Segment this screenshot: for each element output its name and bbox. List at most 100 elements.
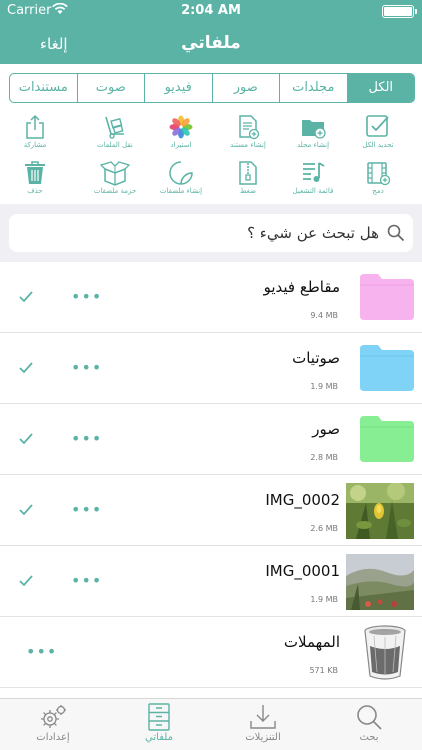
photos-icon — [169, 115, 193, 139]
select-all-icon — [366, 115, 389, 137]
file-size: 1.9 MB — [310, 382, 338, 391]
merge-label: دمج — [372, 187, 384, 195]
file-name: المهملات — [283, 633, 340, 651]
file-list: مقاطع فيديو 9.4 MB ••• صوتيات 1.9 MB •••… — [0, 262, 422, 698]
segment-folders[interactable]: مجلدات — [279, 74, 347, 102]
gear-icon — [41, 705, 66, 728]
video-merge-icon — [367, 162, 391, 186]
select-all-button[interactable]: تحديد الكل — [343, 114, 413, 160]
segment-photos[interactable]: صور — [211, 74, 280, 102]
tab-my-files[interactable]: ملفاتي — [114, 703, 204, 743]
trash-icon — [25, 161, 45, 184]
trash-bin-icon — [360, 624, 410, 682]
tab-downloads[interactable]: التنزيلات — [218, 703, 308, 743]
more-options-button[interactable]: ••• — [71, 429, 102, 448]
magnifier-icon — [357, 705, 382, 730]
sticker-pack-label: حزمة ملصقات — [93, 187, 137, 195]
segment-documents[interactable]: مستندات — [10, 74, 77, 102]
compress-label: ضغط — [240, 187, 256, 195]
list-item[interactable]: صوتيات 1.9 MB ••• — [0, 333, 422, 404]
checkmark-icon[interactable] — [19, 359, 33, 378]
image-thumbnail — [346, 554, 414, 610]
image-thumbnail — [346, 482, 414, 539]
nav-bar: ملفاتي إلغاء — [0, 22, 422, 64]
battery-icon — [382, 5, 417, 18]
document-plus-icon — [239, 115, 260, 140]
list-item[interactable]: صور 2.8 MB ••• — [0, 404, 422, 475]
tab-my-files-label: ملفاتي — [145, 732, 173, 743]
zip-file-icon — [239, 161, 257, 185]
create-sticker-button[interactable]: إنشاء ملصقات — [146, 160, 216, 206]
playlist-button[interactable]: قائمة التشغيل — [278, 160, 348, 206]
more-options-button[interactable]: ••• — [26, 642, 57, 661]
create-folder-button[interactable]: إنشاء مجلد — [278, 114, 348, 160]
import-label: استيراد — [170, 141, 192, 149]
sticker-icon — [169, 161, 193, 185]
tab-search-label: بحث — [359, 732, 379, 743]
action-toolbar: تحديد الكل إنشاء مجلد إنشاء مستند استيرا… — [0, 110, 422, 202]
list-item[interactable]: المهملات 571 KB ••• — [0, 617, 422, 688]
create-folder-label: إنشاء مجلد — [296, 141, 330, 149]
file-name: صور — [312, 420, 340, 438]
create-document-label: إنشاء مستند — [230, 141, 266, 149]
status-time: 2:04 AM — [181, 3, 241, 18]
file-size: 1.9 MB — [310, 595, 338, 604]
share-label: مشاركة — [23, 141, 47, 149]
merge-button[interactable]: دمج — [343, 160, 413, 206]
hand-truck-icon — [105, 116, 124, 139]
file-size: 9.4 MB — [310, 311, 338, 320]
import-button[interactable]: استيراد — [146, 114, 216, 160]
file-size: 571 KB — [309, 666, 338, 675]
file-size: 2.8 MB — [310, 453, 338, 462]
create-document-button[interactable]: إنشاء مستند — [213, 114, 283, 160]
list-item[interactable] — [0, 688, 422, 698]
segment-audio[interactable]: صوت — [76, 74, 145, 102]
select-all-label: تحديد الكل — [362, 141, 394, 149]
folder-icon — [360, 272, 414, 320]
tab-search[interactable]: بحث — [324, 703, 414, 743]
search-icon — [387, 224, 405, 246]
delete-button[interactable]: حذف — [0, 160, 70, 206]
more-options-button[interactable]: ••• — [71, 358, 102, 377]
checkmark-icon[interactable] — [19, 430, 33, 449]
tab-settings-label: إعدادات — [36, 732, 70, 743]
package-icon — [100, 161, 130, 186]
checkmark-icon[interactable] — [19, 288, 33, 307]
filter-segmented-control: الكل مجلدات صور فيديو صوت مستندات — [9, 73, 415, 103]
share-button[interactable]: مشاركة — [0, 114, 70, 160]
cancel-button[interactable]: إلغاء — [40, 35, 68, 53]
share-icon — [26, 114, 44, 139]
delete-label: حذف — [27, 187, 43, 195]
more-options-button[interactable]: ••• — [71, 500, 102, 519]
file-size: 2.6 MB — [310, 524, 338, 533]
tab-settings[interactable]: إعدادات — [8, 703, 98, 743]
more-options-button[interactable]: ••• — [71, 571, 102, 590]
file-name: مقاطع فيديو — [263, 278, 340, 296]
playlist-label: قائمة التشغيل — [292, 187, 334, 195]
move-files-label: نقل الملفات — [97, 141, 133, 149]
header: Carrier 2:04 AM ملفاتي إلغاء — [0, 0, 422, 64]
checkmark-icon[interactable] — [19, 501, 33, 520]
sticker-pack-button[interactable]: حزمة ملصقات — [80, 160, 150, 206]
file-name: IMG_0002 — [265, 491, 340, 509]
list-item[interactable]: IMG_0002 2.6 MB ••• — [0, 475, 422, 546]
segment-videos[interactable]: فيديو — [144, 74, 212, 102]
playlist-icon — [303, 162, 325, 182]
more-options-button[interactable]: ••• — [71, 287, 102, 306]
segment-all[interactable]: الكل — [346, 74, 414, 102]
status-bar: Carrier 2:04 AM — [0, 0, 422, 22]
checkmark-icon[interactable] — [19, 572, 33, 591]
tab-bar: إعدادات ملفاتي التنزيلات بحث — [0, 698, 422, 750]
search-field[interactable]: هل تبحث عن شيء ؟ — [9, 214, 413, 252]
list-item[interactable]: مقاطع فيديو 9.4 MB ••• — [0, 262, 422, 333]
create-sticker-label: إنشاء ملصقات — [159, 187, 203, 195]
folder-icon — [360, 343, 414, 391]
download-icon — [250, 705, 276, 729]
search-area: هل تبحث عن شيء ؟ — [0, 204, 422, 262]
list-item[interactable]: IMG_0001 1.9 MB ••• — [0, 546, 422, 617]
search-placeholder: هل تبحث عن شيء ؟ — [247, 224, 379, 242]
folder-plus-icon — [302, 120, 326, 139]
compress-button[interactable]: ضغط — [213, 160, 283, 206]
tab-downloads-label: التنزيلات — [245, 732, 281, 743]
move-files-button[interactable]: نقل الملفات — [80, 114, 150, 160]
